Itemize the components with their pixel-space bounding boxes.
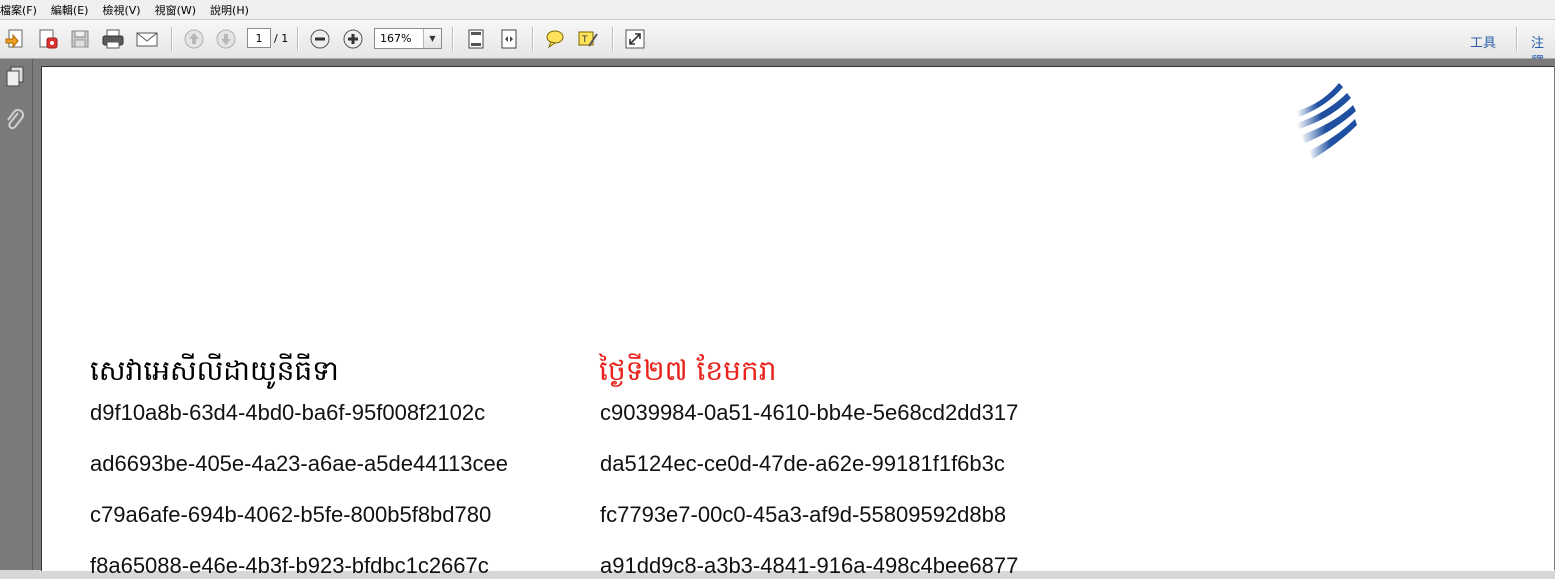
menu-help[interactable]: 說明(H) — [210, 2, 257, 18]
document-viewer[interactable]: សេវាអេសីលីដាយូនីធីទា ថ្ងៃទី២៧ ខែមករា d9f… — [33, 59, 1555, 578]
left-cell: c79a6afe-694b-4062-b5fe-800b5f8bd780 — [90, 502, 492, 527]
menu-edit[interactable]: 編輯(E) — [51, 2, 97, 18]
left-cell: d9f10a8b-63d4-4bd0-ba6f-95f008f2102c — [90, 400, 486, 425]
zoom-out-icon[interactable] — [307, 26, 333, 52]
expand-icon[interactable] — [622, 26, 648, 52]
zoom-in-icon[interactable] — [340, 26, 366, 52]
menu-file[interactable]: 檔案(F) — [0, 2, 45, 18]
menu-window[interactable]: 視窗(W) — [155, 2, 204, 18]
fit-page-icon[interactable] — [463, 26, 489, 52]
save-icon[interactable] — [67, 26, 93, 52]
print-icon[interactable] — [100, 26, 126, 52]
comment-bubble-icon[interactable] — [542, 26, 568, 52]
right-cell: da5124ec-ce0d-47de-a62e-99181f1f6b3c — [600, 451, 1005, 476]
zoom-input[interactable] — [375, 29, 425, 48]
company-logo — [1297, 83, 1357, 159]
tools-button[interactable]: 工具 — [1470, 32, 1496, 51]
previous-page-icon[interactable] — [181, 26, 207, 52]
column-header-left: សេវាអេសីលីដាយូនីធីទា — [90, 354, 339, 387]
zoom-select[interactable]: ▼ — [374, 28, 442, 49]
navigation-sidebar — [0, 59, 33, 570]
menu-bar: 檔案(F) 編輯(E) 檢視(V) 視窗(W) 說明(H) — [0, 0, 1555, 20]
right-cell: fc7793e7-00c0-45a3-af9d-55809592d8b8 — [600, 502, 1007, 527]
page-thumbnails-icon[interactable] — [3, 65, 27, 89]
right-cell: a91dd9c8-a3b3-4841-916a-498c4bee6877 — [600, 553, 1019, 578]
create-pdf-icon[interactable] — [2, 26, 28, 52]
highlight-text-icon[interactable]: T — [575, 26, 601, 52]
left-cell: f8a65088-e46e-4b3f-b923-bfdbc1c2667c — [90, 553, 489, 578]
svg-text:T: T — [581, 35, 588, 45]
share-pdf-icon[interactable] — [35, 26, 61, 52]
page-total: / 1 — [274, 32, 289, 45]
menu-view[interactable]: 檢視(V) — [102, 2, 148, 18]
toolbar: / 1 ▼ T 工具 注釋 — [0, 20, 1555, 70]
pdf-page: សេវាអេសីលីដាយូនីធីទា ថ្ងៃទី២៧ ខែមករា d9f… — [41, 66, 1554, 578]
column-header-right: ថ្ងៃទី២៧ ខែមករា — [599, 354, 777, 387]
page-number-input[interactable] — [247, 28, 271, 48]
left-cell: ad6693be-405e-4a23-a6ae-a5de44113cee — [90, 451, 508, 476]
right-cell: c9039984-0a51-4610-bb4e-5e68cd2dd317 — [600, 400, 1019, 425]
email-icon[interactable] — [134, 26, 160, 52]
next-page-icon[interactable] — [213, 26, 239, 52]
attachments-icon[interactable] — [3, 109, 27, 133]
chevron-down-icon[interactable]: ▼ — [423, 29, 441, 48]
fit-width-icon[interactable] — [496, 26, 522, 52]
